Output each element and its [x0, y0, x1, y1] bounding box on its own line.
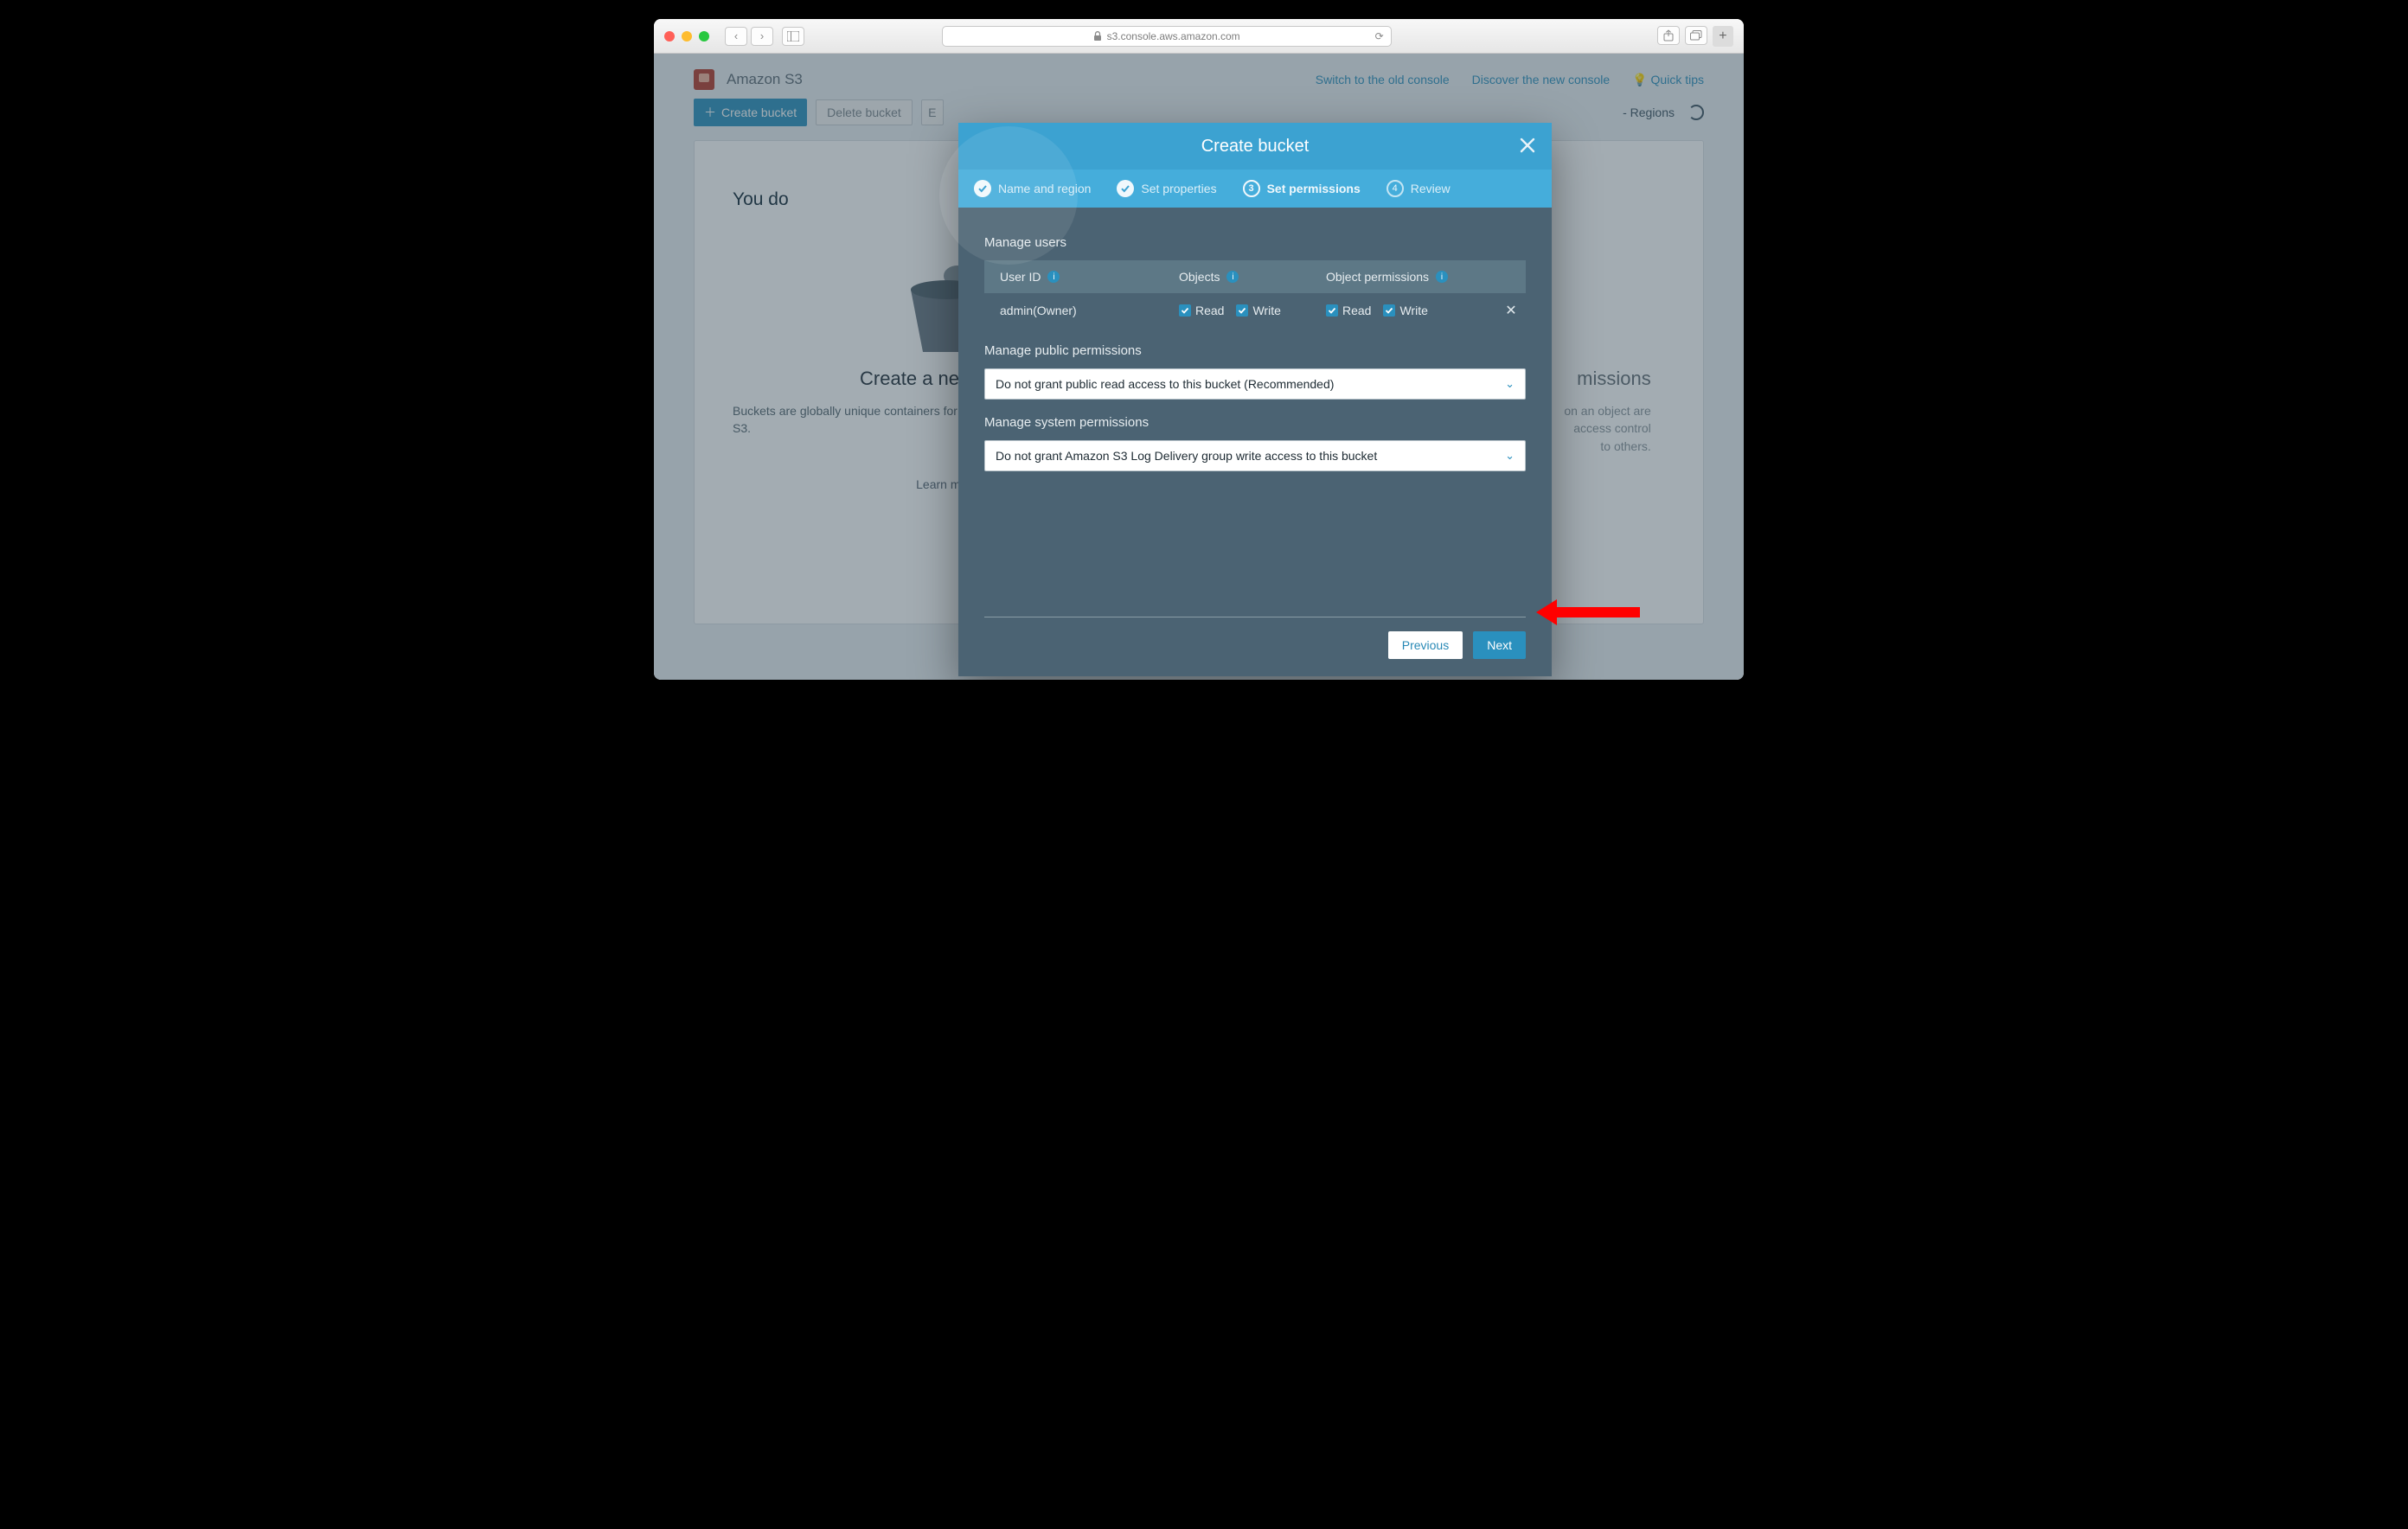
users-table-header: User ID i Objects i Object permissions i	[984, 260, 1526, 293]
step-number-icon: 3	[1243, 180, 1260, 197]
browser-titlebar: ‹ › s3.console.aws.amazon.com ⟳ +	[654, 19, 1744, 54]
step-name-region[interactable]: Name and region	[974, 180, 1091, 197]
step-set-properties[interactable]: Set properties	[1117, 180, 1216, 197]
row-user: admin(Owner)	[984, 304, 1179, 317]
objects-write-checkbox[interactable]: Write	[1236, 304, 1280, 317]
system-permissions-select[interactable]: Do not grant Amazon S3 Log Delivery grou…	[984, 440, 1526, 471]
browser-window: ‹ › s3.console.aws.amazon.com ⟳ +	[654, 19, 1744, 680]
info-icon[interactable]: i	[1047, 271, 1060, 283]
public-permissions-select[interactable]: Do not grant public read access to this …	[984, 368, 1526, 400]
reload-icon[interactable]: ⟳	[1375, 30, 1384, 42]
remove-row-icon[interactable]: ✕	[1499, 302, 1523, 319]
window-controls	[664, 31, 709, 42]
address-bar[interactable]: s3.console.aws.amazon.com ⟳	[942, 26, 1392, 47]
annotation-arrow	[1553, 607, 1640, 617]
close-icon[interactable]	[1517, 135, 1540, 157]
sidebar-toggle-button[interactable]	[782, 27, 804, 46]
manage-users-heading: Manage users	[984, 235, 1526, 250]
create-bucket-modal: Create bucket Name and region Set proper…	[958, 123, 1552, 676]
col-objects: Objects	[1179, 270, 1220, 284]
perm-write-checkbox[interactable]: Write	[1383, 304, 1427, 317]
tabs-button[interactable]	[1685, 26, 1707, 45]
step-number-icon: 4	[1387, 180, 1404, 197]
chevron-down-icon: ⌄	[1505, 449, 1515, 463]
step-review[interactable]: 4 Review	[1387, 180, 1451, 197]
modal-title: Create bucket	[1201, 137, 1310, 157]
close-window-button[interactable]	[664, 31, 675, 42]
select-value: Do not grant public read access to this …	[996, 377, 1334, 391]
forward-button[interactable]: ›	[751, 27, 773, 46]
back-button[interactable]: ‹	[725, 27, 747, 46]
check-icon	[1117, 180, 1134, 197]
modal-footer: Previous Next	[984, 617, 1526, 659]
col-user-id: User ID	[1000, 270, 1041, 284]
manage-system-heading: Manage system permissions	[984, 415, 1526, 430]
table-row: admin(Owner) Read Write Read Write ✕	[984, 293, 1526, 328]
manage-public-heading: Manage public permissions	[984, 343, 1526, 358]
new-tab-button[interactable]: +	[1713, 26, 1733, 47]
chevron-down-icon: ⌄	[1505, 377, 1515, 391]
step-set-permissions[interactable]: 3 Set permissions	[1243, 180, 1361, 197]
next-button[interactable]: Next	[1473, 631, 1526, 659]
url-host: s3.console.aws.amazon.com	[1107, 30, 1240, 42]
info-icon[interactable]: i	[1436, 271, 1448, 283]
perm-read-checkbox[interactable]: Read	[1326, 304, 1371, 317]
share-button[interactable]	[1657, 26, 1680, 45]
previous-button[interactable]: Previous	[1388, 631, 1463, 659]
select-value: Do not grant Amazon S3 Log Delivery grou…	[996, 449, 1377, 463]
check-icon	[974, 180, 991, 197]
wizard-steps: Name and region Set properties 3 Set per…	[958, 170, 1552, 208]
objects-read-checkbox[interactable]: Read	[1179, 304, 1224, 317]
col-object-permissions: Object permissions	[1326, 270, 1429, 284]
minimize-window-button[interactable]	[682, 31, 692, 42]
maximize-window-button[interactable]	[699, 31, 709, 42]
aws-s3-console: Amazon S3 Switch to the old console Disc…	[654, 54, 1744, 680]
lock-icon	[1093, 31, 1102, 42]
info-icon[interactable]: i	[1226, 271, 1239, 283]
